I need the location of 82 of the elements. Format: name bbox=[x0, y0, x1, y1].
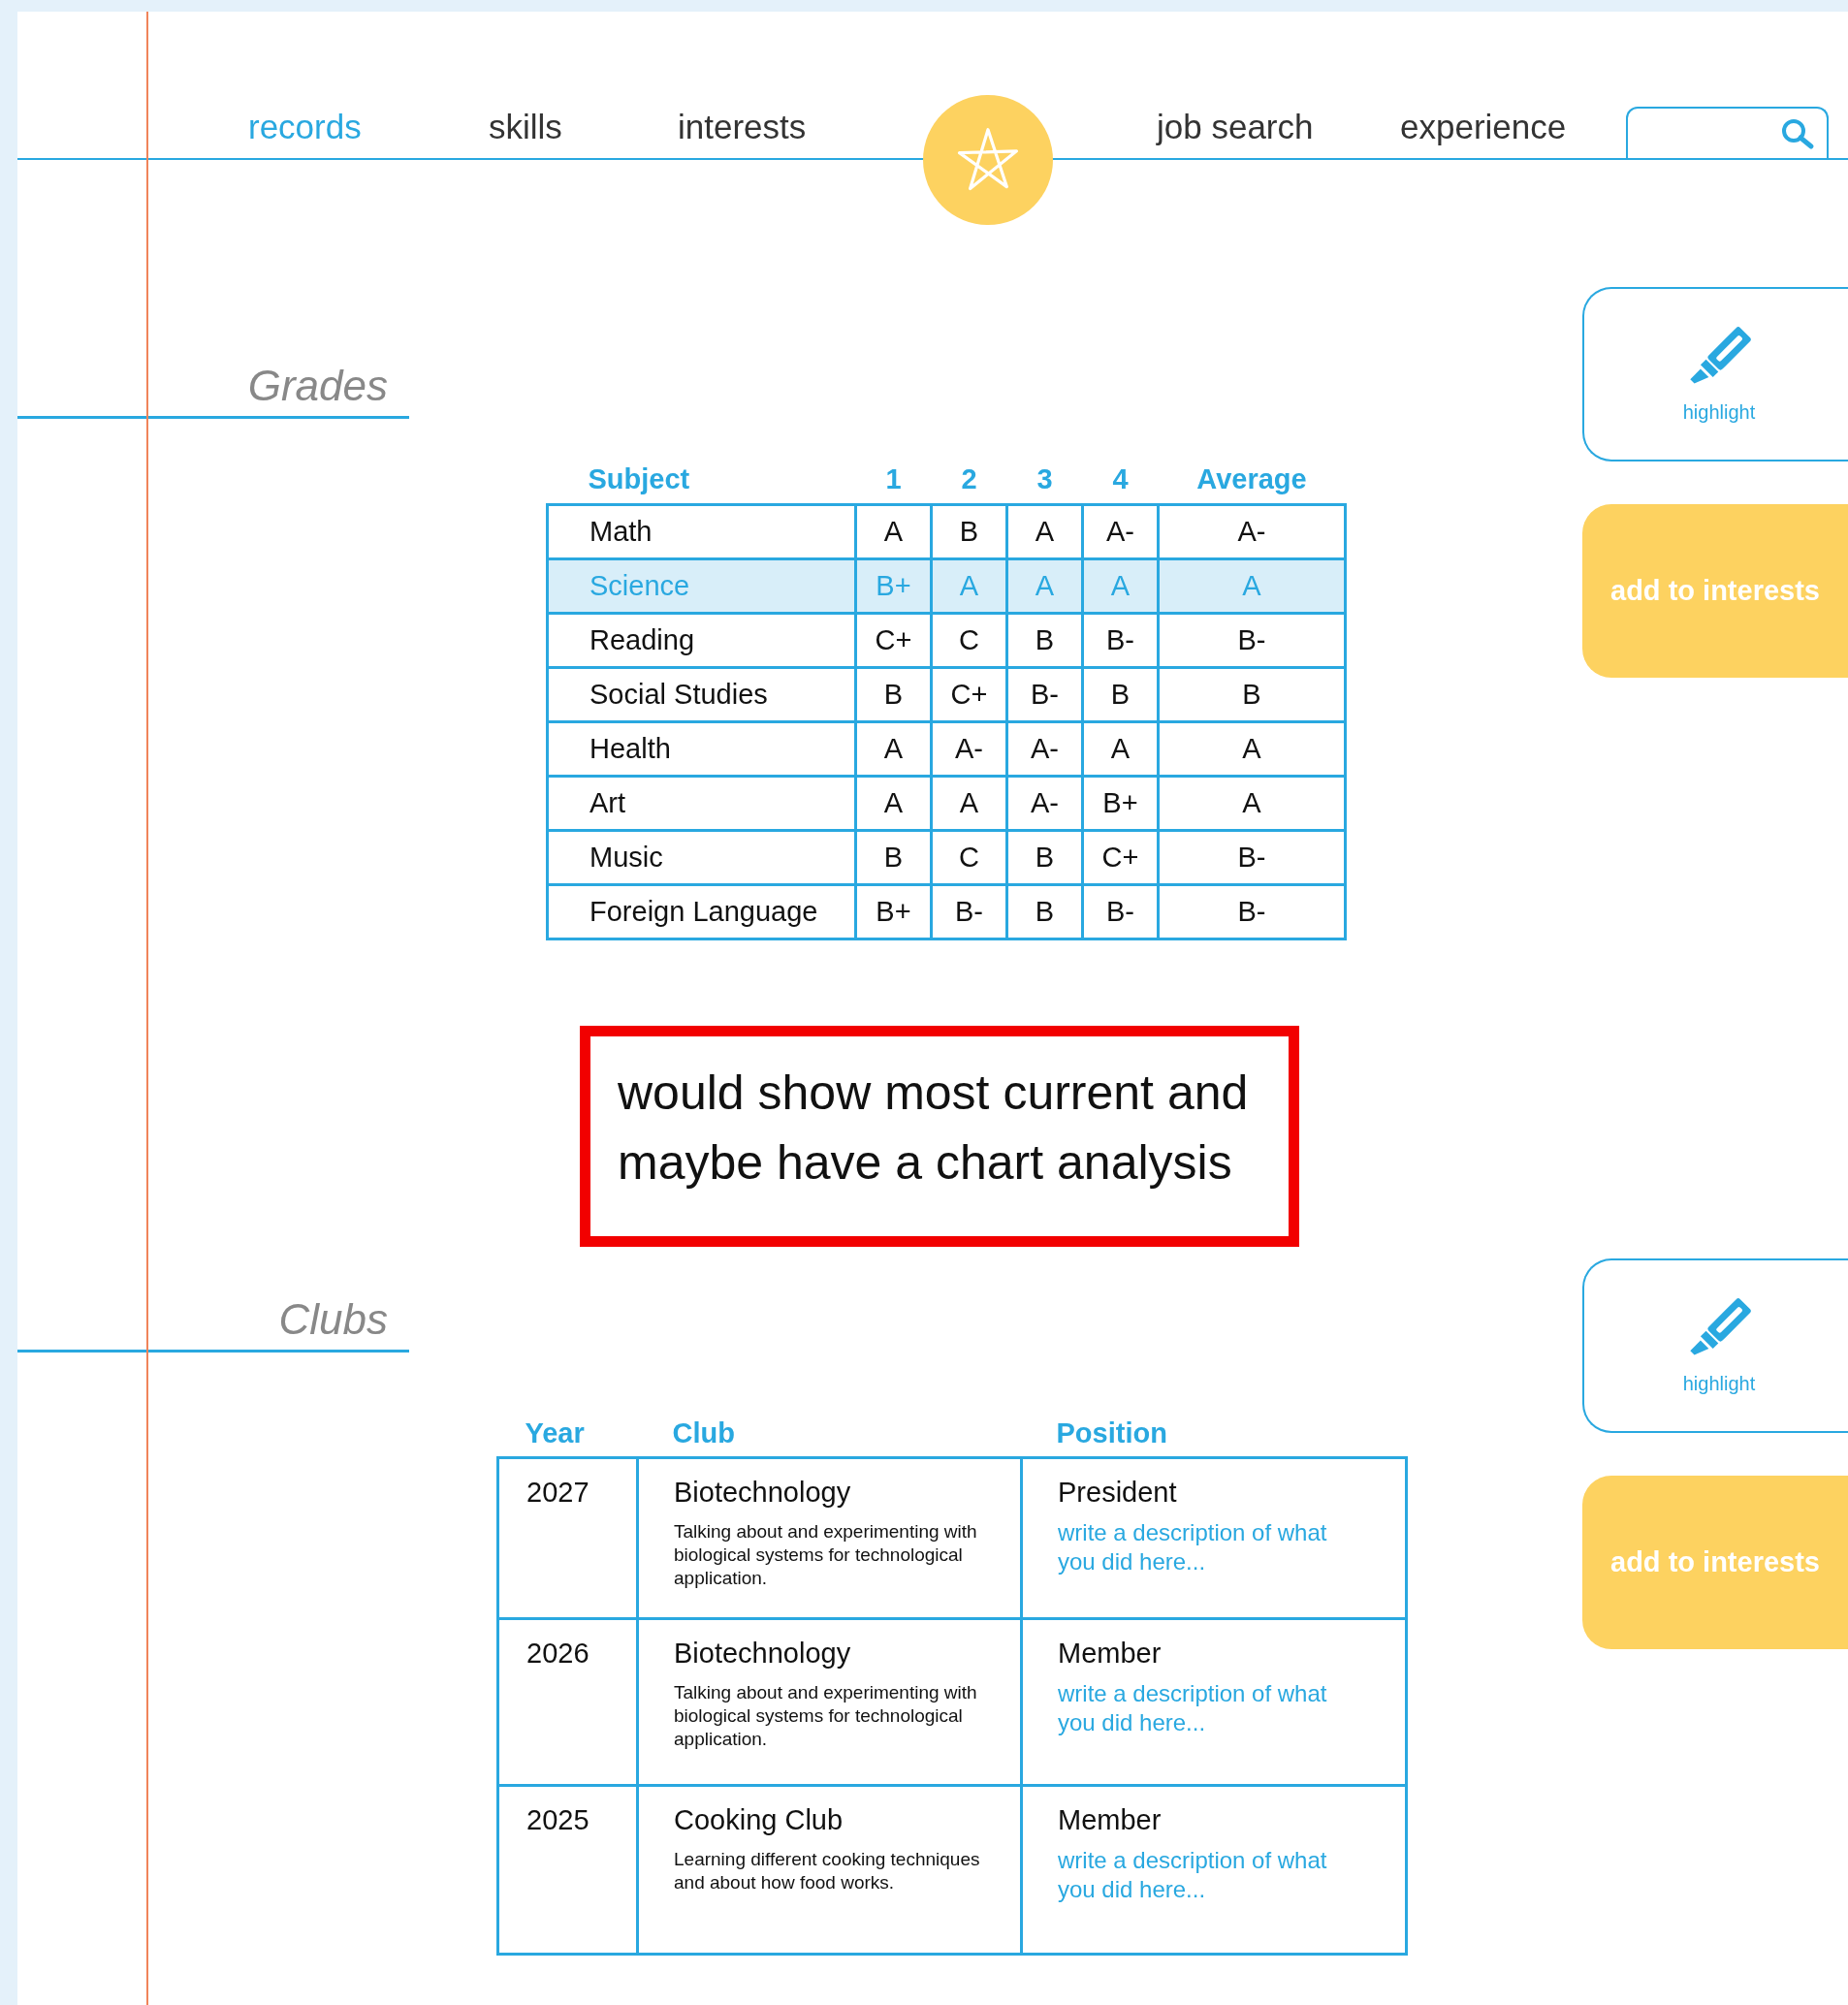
table-row[interactable]: Health A A- A- A A bbox=[547, 721, 1346, 777]
column-header: Year bbox=[497, 1410, 638, 1458]
table-cell: B- bbox=[1082, 613, 1159, 668]
table-cell: C+ bbox=[855, 613, 932, 668]
club-description: Talking about and experimenting with biological systems for technological application. bbox=[674, 1520, 978, 1590]
table-cell: B- bbox=[1158, 613, 1346, 668]
table-cell: B bbox=[1158, 667, 1346, 722]
table-cell: B bbox=[855, 667, 932, 722]
table-cell: B+ bbox=[855, 558, 932, 614]
table-cell: 2025 bbox=[497, 1785, 638, 1955]
table-cell: B- bbox=[1158, 830, 1346, 885]
table-cell: A bbox=[931, 558, 1007, 614]
table-cell: Health bbox=[547, 721, 856, 777]
table-cell: Math bbox=[547, 504, 856, 559]
table-cell: C+ bbox=[931, 667, 1007, 722]
column-header: Subject bbox=[547, 455, 856, 505]
table-row[interactable]: Art A A A- B+ A bbox=[547, 776, 1346, 831]
table-cell: A- bbox=[1006, 721, 1083, 777]
table-cell: B bbox=[1082, 667, 1159, 722]
column-header: Club bbox=[637, 1410, 1022, 1458]
nav-link[interactable]: experience bbox=[1400, 108, 1567, 158]
description-prompt: write a description of what you did here... bbox=[1058, 1679, 1328, 1737]
nav-link[interactable]: job search bbox=[1157, 108, 1314, 158]
search-icon[interactable] bbox=[1780, 116, 1815, 150]
annotation-note: would show most current and maybe have a chart analysis bbox=[580, 1026, 1299, 1247]
table-cell: A- bbox=[931, 721, 1007, 777]
table-cell: A bbox=[1082, 558, 1159, 614]
table-cell: A bbox=[1158, 558, 1346, 614]
table-cell: B- bbox=[1158, 884, 1346, 939]
column-header: Average bbox=[1158, 455, 1346, 505]
table-cell: Social Studies bbox=[547, 667, 856, 722]
table-cell: B bbox=[1006, 830, 1083, 885]
table-cell: C+ bbox=[1082, 830, 1159, 885]
club-name: Cooking Club bbox=[674, 1804, 844, 1836]
section-heading: Clubs bbox=[17, 1292, 409, 1353]
table-cell: Art bbox=[547, 776, 856, 831]
table-cell: Reading bbox=[547, 613, 856, 668]
description-prompt: write a description of what you did here... bbox=[1058, 1846, 1328, 1904]
table-row[interactable]: Social Studies B C+ B- B B bbox=[547, 667, 1346, 722]
search-field[interactable] bbox=[1626, 107, 1829, 158]
table-cell: 2026 bbox=[497, 1618, 638, 1786]
position-name: Member bbox=[1058, 1638, 1163, 1670]
column-header: 2 bbox=[931, 455, 1007, 505]
table-cell: C bbox=[931, 613, 1007, 668]
column-header: 3 bbox=[1006, 455, 1083, 505]
nav-link[interactable]: skills bbox=[489, 108, 562, 158]
column-header: Position bbox=[1021, 1410, 1407, 1458]
position-name: Member bbox=[1058, 1804, 1163, 1836]
position-name: President bbox=[1058, 1477, 1178, 1509]
table-cell: Music bbox=[547, 830, 856, 885]
description-prompt: write a description of what you did here... bbox=[1058, 1518, 1328, 1576]
table-cell: A- bbox=[1006, 776, 1083, 831]
table-cell: B bbox=[1006, 613, 1083, 668]
section-heading: Grades bbox=[17, 359, 409, 419]
table-cell: Science bbox=[547, 558, 856, 614]
table-cell: B+ bbox=[1082, 776, 1159, 831]
table-cell: C bbox=[931, 830, 1007, 885]
club-name: Biotechnology bbox=[674, 1638, 852, 1670]
table-row[interactable]: Music B C B C+ B- bbox=[547, 830, 1346, 885]
table-cell: A bbox=[855, 776, 932, 831]
table-cell: Foreign Language bbox=[547, 884, 856, 939]
nav-link[interactable]: interests bbox=[678, 108, 807, 158]
club-description: Talking about and experimenting with biological systems for technological application. bbox=[674, 1681, 978, 1751]
table-cell: B+ bbox=[855, 884, 932, 939]
table-cell: B bbox=[1006, 884, 1083, 939]
table-row[interactable]: Reading C+ C B B- B- bbox=[547, 613, 1346, 668]
table-row[interactable]: Foreign Language B+ B- B B- B- bbox=[547, 884, 1346, 939]
club-name: Biotechnology bbox=[674, 1477, 852, 1509]
table-cell: B- bbox=[1006, 667, 1083, 722]
table-cell: B- bbox=[1082, 884, 1159, 939]
table-cell: B bbox=[855, 830, 932, 885]
table-cell: A bbox=[1158, 776, 1346, 831]
table-cell: A bbox=[1158, 721, 1346, 777]
table-cell: A bbox=[855, 721, 932, 777]
club-description: Learning different cooking techniques and about how food works. bbox=[674, 1848, 981, 1894]
column-header: 4 bbox=[1082, 455, 1159, 505]
column-header: 1 bbox=[855, 455, 932, 505]
table-cell: 2027 bbox=[497, 1457, 638, 1619]
table-cell: B- bbox=[931, 884, 1007, 939]
table-cell: A bbox=[931, 776, 1007, 831]
table-cell: A bbox=[1082, 721, 1159, 777]
table-cell: A bbox=[1006, 558, 1083, 614]
